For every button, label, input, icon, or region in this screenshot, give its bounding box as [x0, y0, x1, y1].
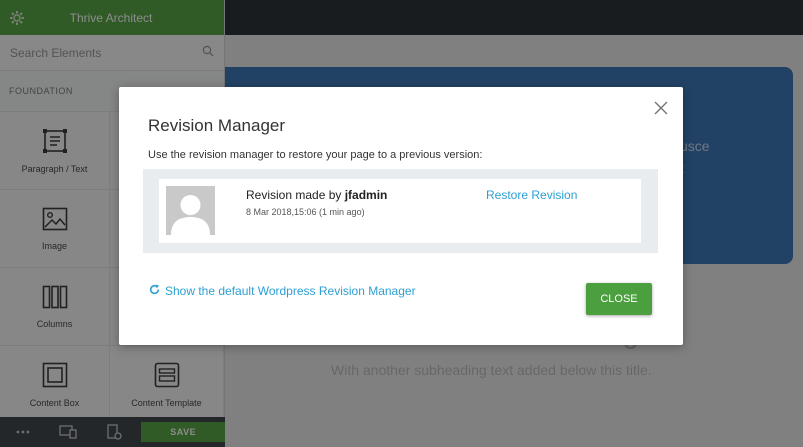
- user-avatar-icon: [166, 186, 215, 235]
- revision-list: Revision made by jfadmin 8 Mar 2018,15:0…: [143, 169, 658, 253]
- revision-author-prefix: Revision made by: [246, 188, 345, 202]
- revision-author: Revision made by jfadmin: [246, 188, 387, 202]
- revision-manager-modal: Revision Manager Use the revision manage…: [119, 87, 683, 345]
- modal-title: Revision Manager: [148, 116, 286, 135]
- refresh-icon: [149, 284, 160, 298]
- revision-username: jfadmin: [344, 188, 388, 202]
- close-icon[interactable]: [653, 100, 669, 116]
- default-revision-manager-link[interactable]: Show the default Wordpress Revision Mana…: [149, 284, 416, 298]
- revision-date: 8 Mar 2018,15:06 (1 min ago): [246, 207, 365, 217]
- default-revision-manager-label: Show the default Wordpress Revision Mana…: [165, 284, 416, 298]
- revision-item: Revision made by jfadmin 8 Mar 2018,15:0…: [159, 179, 641, 243]
- modal-description: Use the revision manager to restore your…: [148, 149, 483, 161]
- restore-revision-link[interactable]: Restore Revision: [486, 188, 577, 202]
- close-button[interactable]: CLOSE: [586, 283, 652, 315]
